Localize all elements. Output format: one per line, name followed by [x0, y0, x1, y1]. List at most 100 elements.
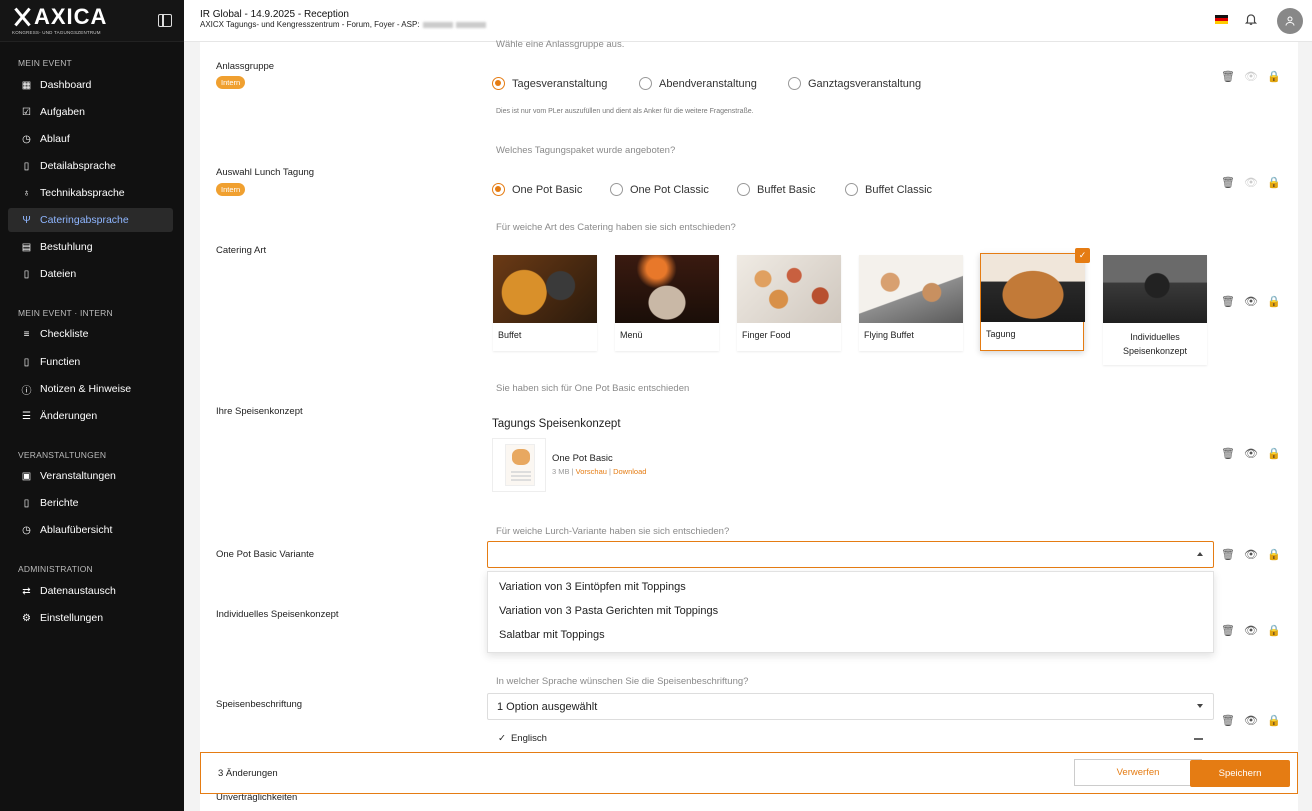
- lock-icon[interactable]: 🔒: [1267, 624, 1281, 637]
- logo-x-icon: [12, 8, 32, 26]
- sidebar-item-einstellungen[interactable]: ⚙ Einstellungen: [8, 606, 173, 630]
- sidebar-item-notizen[interactable]: ⓘ Notizen & Hinweise: [8, 377, 173, 401]
- lock-icon[interactable]: 🔒: [1267, 714, 1281, 727]
- logo-subtitle: KONGRESS- UND TAGUNGSZENTRUM: [12, 30, 101, 35]
- card-caption: Tagung: [986, 329, 1016, 339]
- menue-image: [615, 255, 719, 323]
- radio-buffet-classic[interactable]: Buffet Classic: [845, 183, 932, 196]
- field-label: One Pot Basic Variante: [216, 549, 315, 560]
- dropdown-option[interactable]: Salatbar mit Toppings: [488, 623, 1213, 647]
- download-link[interactable]: Download: [613, 467, 646, 476]
- eye-icon[interactable]: 👁: [1244, 548, 1258, 561]
- question-hint: Wähle eine Anlassgruppe aus.: [496, 39, 625, 50]
- lock-icon[interactable]: 🔒: [1267, 295, 1281, 308]
- sidebar-item-label: Änderungen: [40, 410, 98, 422]
- sidebar-item-label: Dateien: [40, 268, 77, 280]
- preview-link[interactable]: Vorschau: [576, 467, 607, 476]
- sidebar-item-label: Berichte: [40, 497, 79, 509]
- caret-down-icon: [1197, 704, 1203, 708]
- dropdown-option[interactable]: Variation von 3 Eintöpfen mit Toppings: [488, 575, 1213, 599]
- sidebar-item-ablaufuebersicht[interactable]: ◷ Ablaufübersicht: [8, 518, 173, 542]
- file-size: 3 MB: [552, 467, 570, 476]
- radio-buffet-basic[interactable]: Buffet Basic: [737, 183, 816, 196]
- nav-section-mein-event: MEIN EVENT: [18, 58, 72, 68]
- eye-icon[interactable]: 👁: [1244, 176, 1258, 189]
- trash-icon[interactable]: 🗑: [1221, 295, 1235, 308]
- radio-abendveranstaltung[interactable]: Abendveranstaltung: [639, 77, 757, 90]
- lock-icon[interactable]: 🔒: [1267, 176, 1281, 189]
- axica-logo[interactable]: AXICA KONGRESS- UND TAGUNGSZENTRUM: [12, 6, 107, 36]
- save-button[interactable]: Speichern: [1190, 760, 1290, 787]
- sidebar-item-dateien[interactable]: ▯ Dateien: [8, 262, 173, 286]
- trash-icon[interactable]: 🗑: [1221, 176, 1235, 189]
- sidebar-item-detailabsprache[interactable]: ▯ Detailabsprache: [8, 154, 173, 178]
- catering-card-menue[interactable]: Menü: [615, 255, 719, 351]
- sidebar-item-technikabsprache[interactable]: ♁ Technikabsprache: [8, 181, 173, 205]
- sidebar-item-label: Notizen & Hinweise: [40, 383, 132, 395]
- sidebar-item-label: Datenaustausch: [40, 585, 116, 597]
- eye-icon[interactable]: 👁: [1244, 624, 1258, 637]
- sidebar-item-functien[interactable]: ▯ Functien: [8, 350, 173, 374]
- lock-icon[interactable]: 🔒: [1267, 548, 1281, 561]
- catering-card-individuell[interactable]: Individuelles Speisenkonzept: [1103, 255, 1207, 365]
- sidebar-item-dashboard[interactable]: ▦ Dashboard: [8, 73, 173, 97]
- trash-icon[interactable]: 🗑: [1221, 714, 1235, 727]
- user-avatar[interactable]: [1277, 8, 1303, 34]
- sidebar-item-bestuhlung[interactable]: ▤ Bestuhlung: [8, 235, 173, 259]
- eye-icon[interactable]: 👁: [1244, 714, 1258, 727]
- eye-icon[interactable]: 👁: [1244, 295, 1258, 308]
- radio-one-pot-basic[interactable]: One Pot Basic: [492, 183, 582, 196]
- document-icon: ▯: [23, 160, 30, 172]
- card-caption: Flying Buffet: [864, 330, 914, 340]
- sidebar-collapse-icon[interactable]: [158, 14, 172, 27]
- sidebar-item-aenderungen[interactable]: ☰ Änderungen: [8, 404, 173, 428]
- file-thumbnail[interactable]: [492, 438, 546, 492]
- dropdown-option[interactable]: Variation von 3 Pasta Gerichten mit Topp…: [488, 599, 1213, 623]
- buffet-image: [493, 255, 597, 323]
- radio-icon: [845, 183, 858, 196]
- sidebar: AXICA KONGRESS- UND TAGUNGSZENTRUM MEIN …: [0, 0, 184, 811]
- discard-button[interactable]: Verwerfen: [1074, 759, 1202, 786]
- field-label: Speisenbeschriftung: [216, 699, 303, 710]
- file-meta: 3 MB | Vorschau | Download: [552, 467, 646, 476]
- trash-icon[interactable]: 🗑: [1221, 447, 1235, 460]
- intern-badge: Intern: [216, 76, 246, 89]
- radio-ganztagsveranstaltung[interactable]: Ganztagsveranstaltung: [788, 77, 921, 90]
- bell-icon[interactable]: [1244, 12, 1258, 29]
- trash-icon[interactable]: 🗑: [1221, 624, 1235, 637]
- radio-label: One Pot Basic: [512, 183, 583, 196]
- event-location: AXICX Tagungs- und Kengresszentrum - For…: [200, 20, 420, 29]
- catering-card-finger-food[interactable]: Finger Food: [737, 255, 841, 351]
- sidebar-item-berichte[interactable]: ▯ Berichte: [8, 491, 173, 515]
- lock-icon[interactable]: 🔒: [1267, 447, 1281, 460]
- lock-icon[interactable]: 🔒: [1267, 70, 1281, 83]
- sidebar-item-checkliste[interactable]: ≡ Checkliste: [8, 322, 173, 346]
- event-title: IR Global - 14.9.2025 - Reception: [200, 9, 349, 20]
- sidebar-item-datenaustausch[interactable]: ⇄ Datenaustausch: [8, 579, 173, 603]
- swap-icon: ⇄: [22, 585, 31, 597]
- variante-select[interactable]: [487, 541, 1214, 568]
- remove-option-icon[interactable]: [1194, 738, 1203, 740]
- sidebar-item-veranstaltungen[interactable]: ▣ Veranstaltungen: [8, 464, 173, 488]
- radio-tagesveranstaltung[interactable]: Tagesveranstaltung: [492, 77, 607, 90]
- eye-icon[interactable]: 👁: [1244, 447, 1258, 460]
- trash-icon[interactable]: 🗑: [1221, 70, 1235, 83]
- sidebar-item-ablauf[interactable]: ◷ Ablauf: [8, 127, 173, 151]
- question-hint: Sie haben sich für One Pot Basic entschi…: [496, 383, 690, 394]
- row-actions: 🗑 👁 🔒: [1221, 70, 1281, 83]
- selected-language[interactable]: ✓ Englisch: [498, 733, 547, 744]
- catering-card-buffet[interactable]: Buffet: [493, 255, 597, 351]
- beschriftung-select[interactable]: 1 Option ausgewählt: [487, 693, 1214, 720]
- eye-icon[interactable]: 👁: [1244, 70, 1258, 83]
- catering-card-tagung[interactable]: Tagung: [980, 253, 1085, 351]
- radio-one-pot-classic[interactable]: One Pot Classic: [610, 183, 709, 196]
- sidebar-item-aufgaben[interactable]: ☑ Aufgaben: [8, 100, 173, 124]
- nav-section-administration: ADMINISTRATION: [18, 564, 93, 574]
- card-caption: Menü: [620, 330, 643, 340]
- trash-icon[interactable]: 🗑: [1221, 548, 1235, 561]
- sidebar-item-cateringabsprache[interactable]: Ψ Cateringabsprache: [8, 208, 173, 232]
- catering-card-flying-buffet[interactable]: Flying Buffet: [859, 255, 963, 351]
- selected-check-icon: ✓: [1075, 248, 1090, 263]
- de-flag-icon[interactable]: [1215, 15, 1228, 24]
- sidebar-item-label: Dashboard: [40, 79, 92, 91]
